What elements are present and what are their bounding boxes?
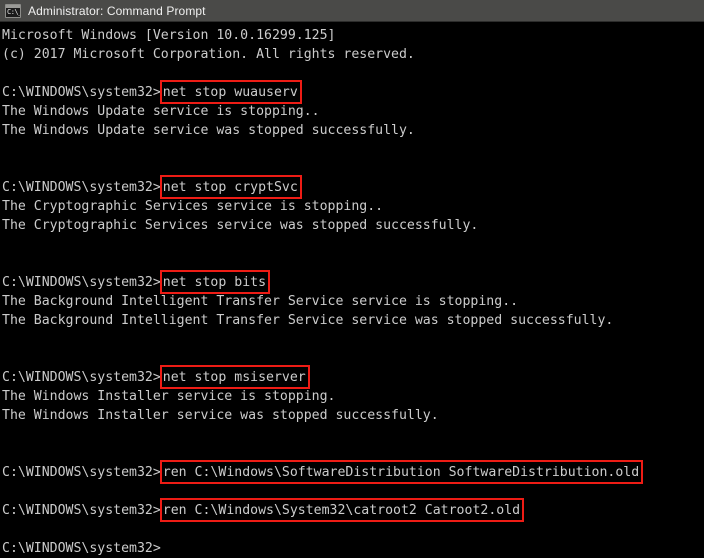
console-output-line: The Windows Update service was stopped s… (2, 123, 415, 138)
highlighted-command: net stop msiserver (159, 365, 310, 389)
console-output-line: (c) 2017 Microsoft Corporation. All righ… (2, 47, 415, 62)
highlighted-command: net stop bits (159, 270, 271, 294)
command-prompt-icon: C:\_ (5, 3, 21, 18)
command-prompt-icon-glyph: C:\_ (7, 7, 21, 16)
console-command-line: C:\WINDOWS\system32> net stop wuauserv (2, 80, 704, 104)
highlighted-command: net stop cryptSvc (159, 175, 302, 199)
console-command-line: C:\WINDOWS\system32> net stop msiserver (2, 365, 704, 389)
window-titlebar[interactable]: C:\_ Administrator: Command Prompt (0, 0, 704, 22)
command-prompt-window: C:\_ Administrator: Command Prompt Micro… (0, 0, 704, 558)
console-command-line: C:\WINDOWS\system32> ren C:\Windows\Syste… (2, 498, 704, 522)
console-prompt: C:\WINDOWS\system32> (2, 275, 161, 290)
console-command-line: C:\WINDOWS\system32> net stop cryptSvc (2, 175, 704, 199)
console-output-line: The Background Intelligent Transfer Serv… (2, 294, 519, 309)
highlighted-command: net stop wuauserv (159, 80, 302, 104)
console-output-line: The Windows Update service is stopping.. (2, 104, 320, 119)
console-prompt: C:\WINDOWS\system32> (2, 465, 161, 480)
window-title: Administrator: Command Prompt (28, 3, 206, 18)
console-output-area[interactable]: Microsoft Windows [Version 10.0.16299.12… (0, 22, 704, 558)
highlighted-command: ren C:\Windows\System32\catroot2 Catroot… (159, 498, 525, 522)
console-prompt: C:\WINDOWS\system32> (2, 503, 161, 518)
console-command-line: C:\WINDOWS\system32> (2, 539, 704, 558)
console-prompt: C:\WINDOWS\system32> (2, 370, 161, 385)
console-prompt: C:\WINDOWS\system32> (2, 180, 161, 195)
console-command-line: C:\WINDOWS\system32> net stop bits (2, 270, 704, 294)
console-output-line: The Windows Installer service was stoppe… (2, 408, 439, 423)
console-output-line: Microsoft Windows [Version 10.0.16299.12… (2, 28, 336, 43)
console-output-line: The Background Intelligent Transfer Serv… (2, 313, 614, 328)
console-prompt: C:\WINDOWS\system32> (2, 541, 161, 556)
console-output-line: The Windows Installer service is stoppin… (2, 389, 336, 404)
console-output-line: The Cryptographic Services service is st… (2, 199, 384, 214)
highlighted-command: ren C:\Windows\SoftwareDistribution Soft… (159, 460, 644, 484)
console-command-line: C:\WINDOWS\system32> ren C:\Windows\Softw… (2, 460, 704, 484)
console-output-line: The Cryptographic Services service was s… (2, 218, 479, 233)
console-prompt: C:\WINDOWS\system32> (2, 85, 161, 100)
